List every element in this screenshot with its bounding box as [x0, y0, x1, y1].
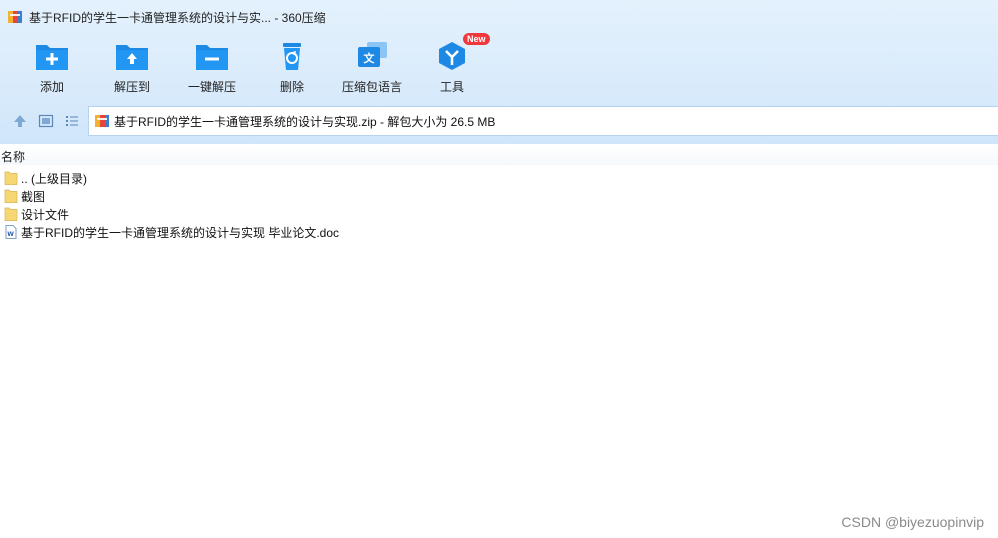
add-button[interactable]: 添加 — [12, 36, 92, 98]
word-document-icon: W — [5, 225, 17, 239]
list-item-name: 截图 — [21, 189, 46, 204]
title-bar: 基于RFID的学生一卡通管理系统的设计与实... - 360压缩 — [0, 0, 998, 34]
zip-archive-icon — [8, 11, 22, 23]
zip-archive-icon — [95, 115, 109, 127]
address-text: 基于RFID的学生一卡通管理系统的设计与实现.zip - 解包大小为 26.5 … — [114, 114, 496, 129]
archive-language-icon: 文 — [358, 42, 387, 67]
tools-icon — [439, 42, 465, 70]
folder-icon — [4, 207, 18, 221]
top-panel: 基于RFID的学生一卡通管理系统的设计与实... - 360压缩 添加 解压到 — [0, 0, 998, 144]
extract-to-label: 解压到 — [113, 80, 150, 94]
list-item-name: 设计文件 — [21, 207, 70, 222]
list-header: 名称 — [0, 145, 998, 165]
tools-label: 工具 — [439, 80, 464, 94]
up-arrow-icon[interactable] — [12, 113, 28, 129]
window-title: 基于RFID的学生一卡通管理系统的设计与实... - 360压缩 — [29, 10, 326, 25]
folder-icon — [4, 171, 18, 185]
one-click-extract-label: 一键解压 — [187, 80, 236, 94]
navigation-bar: 基于RFID的学生一卡通管理系统的设计与实现.zip - 解包大小为 26.5 … — [0, 106, 998, 136]
address-bar[interactable]: 基于RFID的学生一卡通管理系统的设计与实现.zip - 解包大小为 26.5 … — [88, 106, 998, 136]
list-view-icon[interactable] — [64, 113, 80, 129]
delete-icon — [283, 43, 301, 70]
delete-button[interactable]: 删除 — [252, 36, 332, 98]
list-item-name: 基于RFID的学生一卡通管理系统的设计与实现 毕业论文.doc — [21, 225, 340, 240]
list-item[interactable]: W 基于RFID的学生一卡通管理系统的设计与实现 毕业论文.doc — [0, 223, 998, 241]
delete-label: 删除 — [279, 80, 304, 94]
one-click-extract-button[interactable]: 一键解压 — [172, 36, 252, 98]
add-label: 添加 — [39, 80, 64, 94]
watermark: CSDN @biyezuopinvip — [841, 514, 984, 530]
folder-icon — [4, 189, 18, 203]
list-item[interactable]: 设计文件 — [0, 205, 998, 223]
toolbar: 添加 解压到 一键解压 删除 文 压缩包语言 New 工具 — [0, 33, 998, 98]
list-item-name: .. (上级目录) — [21, 171, 87, 186]
extract-to-button[interactable]: 解压到 — [92, 36, 172, 98]
svg-text:W: W — [7, 231, 14, 238]
one-click-extract-icon — [196, 45, 228, 70]
extract-to-icon — [116, 45, 148, 70]
column-header-name[interactable]: 名称 — [1, 148, 25, 165]
list-item[interactable]: .. (上级目录) — [0, 169, 998, 187]
archive-language-button[interactable]: 文 压缩包语言 — [332, 36, 412, 98]
thumbnail-view-icon[interactable] — [38, 113, 54, 129]
new-badge: New — [463, 33, 490, 45]
add-icon — [36, 45, 68, 70]
tools-button[interactable]: New 工具 — [412, 33, 492, 98]
list-item[interactable]: 截图 — [0, 187, 998, 205]
archive-language-label: 压缩包语言 — [341, 80, 402, 94]
file-list: .. (上级目录) 截图 设计文件 W 基于RFID的学生一卡通管理系统的设计与… — [0, 169, 998, 241]
svg-text:文: 文 — [364, 51, 376, 65]
